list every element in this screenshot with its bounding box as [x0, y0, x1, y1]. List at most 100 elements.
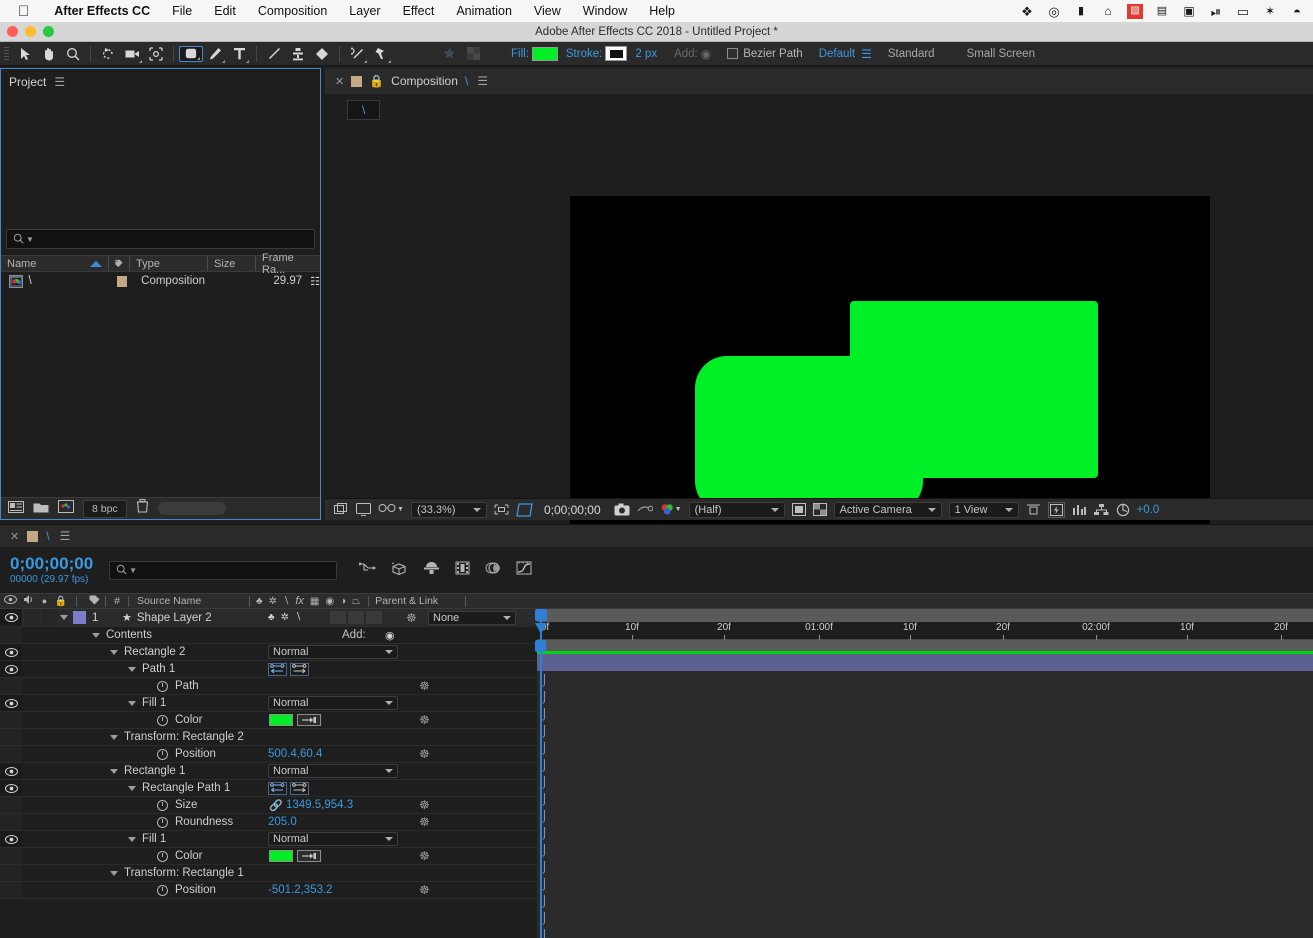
path-stopwatch-icon[interactable] [157, 680, 168, 692]
color-b-row[interactable]: Color ☸ [0, 848, 537, 865]
region-of-interest-icon[interactable] [494, 503, 509, 517]
transform-rectangle-2-row[interactable]: Transform: Rectangle 2 [0, 729, 537, 746]
zoom-level-select[interactable]: (33.3%) [410, 501, 487, 518]
layer-audio-solo-lock-cells[interactable] [22, 609, 60, 626]
layer-label-color[interactable] [73, 611, 86, 624]
istat-graph-icon[interactable]: ▧ [1127, 3, 1143, 19]
toolbar-drag-handle[interactable] [4, 46, 9, 61]
path-1-row[interactable]: Path 1 [0, 661, 537, 678]
selection-tool[interactable] [13, 44, 37, 64]
fill-1-visibility-toggle[interactable] [0, 695, 22, 711]
roundness-stopwatch-icon[interactable] [157, 816, 168, 828]
label-color-swatch[interactable] [116, 275, 128, 287]
track-row-contents[interactable]: ⌡ [537, 672, 1313, 689]
size-expression-icon[interactable]: ☸ [419, 798, 430, 812]
graph-editor-icon[interactable] [516, 561, 532, 580]
glasses-dropdown-icon[interactable]: ▼ [397, 506, 404, 513]
creative-cloud-icon[interactable]: ◎ [1046, 4, 1062, 19]
track-row-color[interactable]: ⌡ [537, 757, 1313, 774]
layer-row-shape-layer-2[interactable]: 1 ★ Shape Layer 2 ♣ ✲ ∖ ☸ None [0, 609, 537, 627]
size-stopwatch-icon[interactable] [157, 799, 168, 811]
layer-twirl-icon[interactable] [60, 615, 68, 620]
position-b-stopwatch-icon[interactable] [157, 884, 168, 896]
rectangle-path-1-row[interactable]: Rectangle Path 1 [0, 780, 537, 797]
current-time-indicator[interactable] [535, 609, 547, 938]
column-type[interactable]: Type [130, 256, 208, 271]
rectangle-2-row[interactable]: Rectangle 2 Normal [0, 644, 537, 661]
project-search-input[interactable]: ▼ [6, 229, 315, 249]
menu-composition[interactable]: Composition [247, 4, 338, 18]
search-dropdown-icon[interactable]: ▼ [26, 235, 34, 244]
time-ruler[interactable]: 0f 10f 20f 01:00f 10f 20f 02:00f 10f 20f [537, 609, 1313, 640]
fill-1b-twirl-icon[interactable] [128, 836, 136, 842]
fill-1-blend-mode-select[interactable]: Normal [268, 696, 398, 710]
rectangle-path-1-twirl-icon[interactable] [128, 785, 136, 791]
color-expression-icon[interactable]: ☸ [419, 713, 430, 727]
main-viewer-icon[interactable] [356, 503, 371, 516]
add-property-icon[interactable]: ◉ [385, 629, 395, 642]
3d-glasses-icon[interactable]: ▼ [378, 504, 404, 515]
pen-tool[interactable] [203, 44, 227, 64]
cti-navigator-handle[interactable] [535, 609, 547, 621]
menu-edit[interactable]: Edit [203, 4, 247, 18]
menu-effect[interactable]: Effect [392, 4, 446, 18]
menu-layer[interactable]: Layer [338, 4, 391, 18]
fast-previews-icon[interactable] [1047, 501, 1065, 518]
wifi-icon[interactable]: ◓ [1289, 4, 1305, 19]
zoom-tool[interactable] [61, 44, 85, 64]
breadcrumb-comp-chip[interactable]: \ [347, 100, 381, 120]
layer-switch-set[interactable]: ♣ ✲ ∖ [268, 612, 301, 623]
menu-after-effects-cc[interactable]: After Effects CC [43, 4, 161, 18]
transform-rectangle-1-row[interactable]: Transform: Rectangle 1 [0, 865, 537, 882]
composition-panel-menu-icon[interactable]: ☰ [477, 74, 488, 88]
layer-duration-bar[interactable] [537, 654, 1313, 672]
battery-status-icon[interactable]: ▮ [1073, 4, 1089, 19]
menu-help[interactable]: Help [638, 4, 686, 18]
grid-guides-icon[interactable] [516, 502, 533, 517]
menu-animation[interactable]: Animation [445, 4, 523, 18]
exposure-reset-icon[interactable] [1116, 503, 1130, 517]
type-tool[interactable] [227, 44, 251, 64]
current-time-display[interactable]: 0;00;00;00 [544, 503, 601, 517]
composition-tab-label[interactable]: Composition [391, 74, 458, 88]
eyedropper-icon[interactable] [297, 714, 321, 726]
layer-lock-toggle[interactable] [42, 609, 58, 626]
brush-tool[interactable] [262, 44, 286, 64]
eraser-tool[interactable] [310, 44, 334, 64]
roto-brush-tool[interactable] [345, 44, 369, 64]
add-menu-icon[interactable]: ◉ [701, 47, 711, 61]
timeline-panel-menu-icon[interactable]: ☰ [60, 529, 71, 543]
color-b-expression-icon[interactable]: ☸ [419, 849, 430, 863]
view-layout-select[interactable]: 1 View [948, 501, 1019, 518]
rectangle-2-blend-mode-select[interactable]: Normal [268, 645, 398, 659]
layer-name[interactable]: Shape Layer 2 [137, 612, 212, 624]
close-tab-icon[interactable]: ✕ [335, 75, 344, 88]
column-size[interactable]: Size [208, 256, 256, 271]
fill-1b-visibility-toggle[interactable] [0, 831, 22, 847]
menu-file[interactable]: File [161, 4, 203, 18]
track-row-position[interactable]: ⌡ [537, 791, 1313, 808]
apple-logo-icon[interactable]:  [0, 4, 43, 19]
track-row-transform-rectangle-1[interactable]: ⌡ [537, 910, 1313, 927]
path-expression-icon[interactable]: ☸ [419, 679, 430, 693]
timeline-tab-name[interactable]: \ [46, 529, 49, 543]
transform-rectangle-2-twirl-icon[interactable] [110, 734, 118, 740]
rectangle-1-twirl-icon[interactable] [110, 768, 118, 774]
path-row[interactable]: Path ☸ [0, 678, 537, 695]
workspace-small-screen[interactable]: Small Screen [951, 48, 1051, 60]
roundness-value[interactable]: 205.0 [268, 816, 297, 828]
track-row-roundness[interactable]: ⌡ [537, 859, 1313, 876]
hide-shy-layers-icon[interactable] [423, 561, 440, 580]
draft-3d-icon[interactable] [391, 561, 408, 580]
column-name[interactable]: Name [1, 256, 109, 271]
project-footer-scrollbar[interactable] [157, 502, 226, 515]
rectangle-2-shape[interactable] [695, 356, 923, 513]
bezier-path-checkbox[interactable] [727, 48, 739, 59]
track-row-path-1[interactable]: ⌡ [537, 706, 1313, 723]
rectangle-1-visibility-toggle[interactable] [0, 763, 22, 779]
position-b-expression-icon[interactable]: ☸ [419, 883, 430, 897]
source-name-column-header[interactable]: Source Name [129, 595, 249, 607]
fill-1-twirl-icon[interactable] [128, 700, 136, 706]
camera-tool[interactable] [120, 44, 144, 64]
layer-quality-switch[interactable]: ∖ [295, 612, 301, 623]
